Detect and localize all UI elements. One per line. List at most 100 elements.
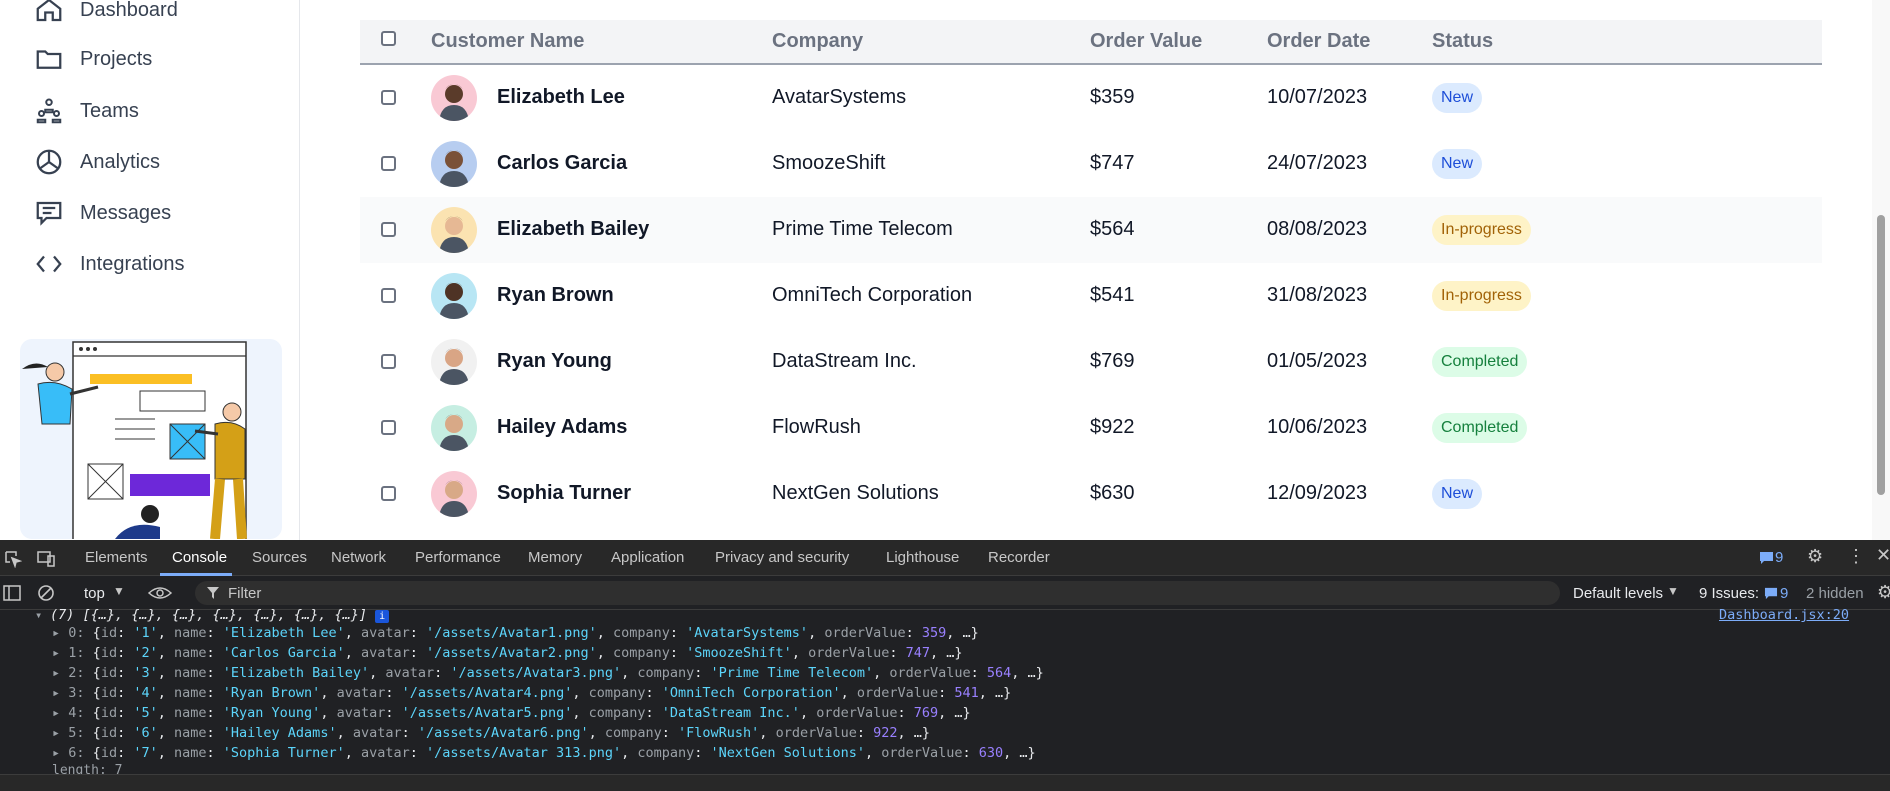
close-devtools-icon[interactable]: ✕ (1876, 545, 1890, 566)
teams-icon (36, 98, 62, 124)
live-expression-eye-icon[interactable] (148, 586, 172, 600)
row-checkbox[interactable] (381, 288, 396, 303)
tab-elements[interactable]: Elements (85, 549, 148, 566)
sidebar: Dashboard Projects Teams Analytics Messa… (0, 0, 300, 540)
tab-network[interactable]: Network (331, 549, 386, 566)
row-checkbox[interactable] (381, 354, 396, 369)
sidebar-item-label: Teams (80, 99, 139, 122)
sidebar-item-messages[interactable]: Messages (34, 196, 171, 230)
chevron-down-icon[interactable]: ▼ (113, 584, 125, 598)
order-date: 31/08/2023 (1267, 284, 1368, 306)
avatar (431, 405, 477, 451)
header-company[interactable]: Company (772, 30, 863, 53)
tab-privacy-and-security[interactable]: Privacy and security (715, 549, 849, 566)
table-row[interactable]: Sophia Turner NextGen Solutions $630 12/… (360, 461, 1822, 527)
inspect-element-icon[interactable] (4, 550, 22, 568)
order-value: $359 (1090, 86, 1135, 108)
order-date: 01/05/2023 (1267, 350, 1368, 372)
hidden-count: 2 hidden (1806, 585, 1864, 602)
row-checkbox[interactable] (381, 222, 396, 237)
order-date: 08/08/2023 (1267, 218, 1368, 240)
context-select[interactable]: top (84, 585, 105, 602)
status-badge: Completed (1432, 347, 1528, 377)
console-filter-input[interactable]: Filter (195, 581, 1560, 605)
header-order-value[interactable]: Order Value (1090, 30, 1202, 53)
company: AvatarSystems (772, 86, 907, 108)
tab-lighthouse[interactable]: Lighthouse (886, 549, 959, 566)
filter-placeholder: Filter (228, 585, 262, 602)
customer-name: Elizabeth Bailey (497, 218, 650, 240)
settings-gear-icon[interactable]: ⚙ (1807, 546, 1823, 567)
table-row[interactable]: Carlos Garcia SmoozeShift $747 24/07/202… (360, 131, 1822, 197)
console-entry[interactable]: ▸ 2: {id: '3', name: 'Elizabeth Bailey',… (52, 665, 1044, 681)
tab-sources[interactable]: Sources (252, 549, 307, 566)
row-checkbox[interactable] (381, 90, 396, 105)
tab-console[interactable]: Console (172, 549, 227, 566)
messages-count[interactable]: 9 (1775, 549, 1783, 566)
sidebar-toggle-icon[interactable] (3, 585, 21, 601)
sidebar-item-projects[interactable]: Projects (34, 42, 152, 76)
chevron-down-icon[interactable]: ▼ (1667, 584, 1679, 598)
table-row[interactable]: Elizabeth Lee AvatarSystems $359 10/07/2… (360, 65, 1822, 131)
tab-memory[interactable]: Memory (528, 549, 582, 566)
sidebar-item-label: Projects (80, 47, 153, 70)
table-row[interactable]: Elizabeth Bailey Prime Time Telecom $564… (360, 197, 1822, 263)
devtools-drawer-bar[interactable] (0, 774, 1890, 791)
row-checkbox[interactable] (381, 156, 396, 171)
issues-icon[interactable] (1764, 587, 1778, 600)
table-row[interactable]: Ryan Young DataStream Inc. $769 01/05/20… (360, 329, 1822, 395)
tab-performance[interactable]: Performance (415, 549, 501, 566)
order-date: 24/07/2023 (1267, 152, 1368, 174)
device-toolbar-icon[interactable] (36, 550, 56, 568)
header-status[interactable]: Status (1432, 30, 1493, 53)
team-illustration (20, 339, 282, 539)
console-output: ▾ (7) [{…}, {…}, {…}, {…}, {…}, {…}, {…}… (0, 607, 1890, 791)
log-levels-select[interactable]: Default levels (1573, 585, 1663, 602)
order-value: $747 (1090, 152, 1135, 174)
page-scrollbar-thumb[interactable] (1877, 215, 1885, 495)
row-checkbox[interactable] (381, 420, 396, 435)
table-row[interactable]: Hailey Adams FlowRush $922 10/06/2023 Co… (360, 395, 1822, 461)
header-order-date[interactable]: Order Date (1267, 30, 1370, 53)
customer-name: Hailey Adams (497, 416, 628, 438)
sidebar-item-dashboard[interactable]: Dashboard (34, 0, 178, 27)
filter-icon (207, 587, 219, 599)
console-settings-gear-icon[interactable]: ⚙ (1877, 582, 1890, 603)
console-entry[interactable]: ▸ 6: {id: '7', name: 'Sophia Turner', av… (52, 745, 1036, 761)
order-date: 10/07/2023 (1267, 86, 1368, 108)
order-value: $630 (1090, 482, 1135, 504)
collapse-arrow-icon[interactable]: ▾ (35, 608, 42, 622)
console-entry[interactable]: ▸ 5: {id: '6', name: 'Hailey Adams', ava… (52, 725, 930, 741)
sidebar-item-teams[interactable]: Teams (34, 94, 139, 128)
select-all-checkbox[interactable] (381, 31, 396, 46)
status-badge: New (1432, 149, 1483, 179)
sidebar-item-analytics[interactable]: Analytics (34, 145, 160, 179)
console-entry[interactable]: ▸ 3: {id: '4', name: 'Ryan Brown', avata… (52, 685, 1011, 701)
home-icon (36, 0, 62, 22)
expand-arrow-icon: ▸ (52, 685, 69, 701)
console-entry[interactable]: ▸ 0: {id: '1', name: 'Elizabeth Lee', av… (52, 625, 979, 641)
tab-application[interactable]: Application (611, 549, 684, 566)
customer-name: Sophia Turner (497, 482, 632, 504)
clear-console-icon[interactable] (37, 584, 55, 602)
order-date: 10/06/2023 (1267, 416, 1368, 438)
more-options-icon[interactable]: ⋮ (1847, 546, 1865, 567)
header-customer-name[interactable]: Customer Name (431, 30, 584, 53)
sidebar-item-integrations[interactable]: Integrations (34, 247, 185, 281)
table-row[interactable]: Ryan Brown OmniTech Corporation $541 31/… (360, 263, 1822, 329)
issues-label[interactable]: 9 Issues: (1699, 585, 1759, 602)
devtools-tab-bar: Elements Console Sources Network Performance… (0, 540, 1890, 576)
console-entry[interactable]: ▸ 1: {id: '2', name: 'Carlos Garcia', av… (52, 645, 963, 661)
issues-count[interactable]: 9 (1780, 585, 1788, 602)
avatar (431, 273, 477, 319)
avatar (431, 141, 477, 187)
array-summary[interactable]: (7) [{…}, {…}, {…}, {…}, {…}, {…}, {…}] … (50, 607, 390, 623)
expand-arrow-icon: ▸ (52, 745, 69, 761)
console-entry[interactable]: ▸ 4: {id: '5', name: 'Ryan Young', avata… (52, 705, 971, 721)
source-link[interactable]: Dashboard.jsx:20 (1719, 607, 1849, 623)
sidebar-item-label: Messages (80, 201, 172, 224)
expand-arrow-icon: ▸ (52, 725, 69, 741)
row-checkbox[interactable] (381, 486, 396, 501)
messages-icon[interactable] (1759, 551, 1774, 565)
tab-recorder[interactable]: Recorder (988, 549, 1050, 566)
